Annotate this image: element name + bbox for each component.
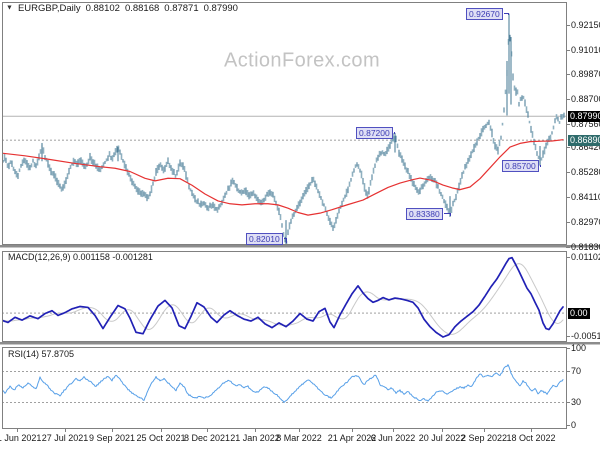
macd-zero-tag: 0.00 (568, 308, 590, 319)
chart-window: ▼ EURGBP,Daily 0.88102 0.88168 0.87871 0… (0, 0, 600, 450)
price-annotation-label[interactable]: 0.87200 (356, 127, 393, 139)
x-axis-label: 8 Dec 2021 (183, 433, 231, 443)
x-axis-label: 2 Sep 2022 (460, 433, 508, 443)
price-axis-label: 0.84110 (571, 192, 600, 202)
macd-axis-label: -0.005182 (571, 331, 600, 341)
x-axis-label: 25 Oct 2021 (136, 433, 186, 443)
x-axis-label: 21 Apr 2022 (327, 433, 377, 443)
ohlc-high: 0.88168 (124, 3, 160, 14)
price-annotation-label[interactable]: 0.83380 (406, 208, 443, 220)
x-axis-label: 18 Oct 2022 (506, 433, 556, 443)
price-annotation-label[interactable]: 0.82010 (246, 233, 283, 245)
price-axis-label: 0.92150 (571, 20, 600, 30)
current-price-tag: 0.87990 (568, 111, 600, 122)
price-annotation-label[interactable]: 0.92670 (466, 8, 503, 20)
price-axis-label: 0.81830 (571, 242, 600, 252)
x-axis-label: 9 Sep 2021 (88, 433, 136, 443)
ohlc-low: 0.87871 (164, 3, 199, 14)
ohlc-close: 0.87990 (203, 3, 238, 14)
rsi-axis-label: 100 (571, 343, 587, 353)
level-price-tag: 0.86890 (568, 135, 600, 146)
chart-header: ▼ EURGBP,Daily 0.88102 0.88168 0.87871 0… (6, 3, 238, 15)
rsi-axis-label: 0 (571, 420, 577, 430)
price-axis-label: 0.82970 (571, 217, 600, 227)
price-axis-label: 0.85280 (571, 167, 600, 177)
price-axis-label: 0.91010 (571, 45, 600, 55)
x-axis-label: 20 Jul 2022 (418, 433, 466, 443)
price-axis-label: 0.88700 (571, 94, 600, 104)
rsi-axis-label: 70 (571, 366, 582, 376)
ohlc-open: 0.88102 (85, 3, 120, 14)
x-axis-label: 6 Jun 2022 (370, 433, 416, 443)
x-axis-label: 11 Jun 2021 (0, 433, 42, 443)
symbol-label: EURGBP,Daily (17, 3, 81, 14)
watermark: ActionForex.com (223, 49, 381, 72)
rsi-axis-label: 30 (571, 397, 582, 407)
x-axis-label: 21 Jan 2022 (230, 433, 280, 443)
symbol-dropdown-icon[interactable]: ▼ (6, 3, 13, 15)
rsi-panel-label: RSI(14) 57.8705 (8, 349, 75, 359)
x-axis-label: 8 Mar 2022 (276, 433, 322, 443)
macd-axis-label: 0.011023 (571, 252, 600, 262)
price-axis-label: 0.89870 (571, 69, 600, 79)
price-annotation-label[interactable]: 0.85700 (502, 160, 539, 172)
macd-panel-label: MACD(12,26,9) 0.001158 -0.001281 (8, 252, 153, 262)
x-axis-label: 27 Jul 2021 (41, 433, 89, 443)
